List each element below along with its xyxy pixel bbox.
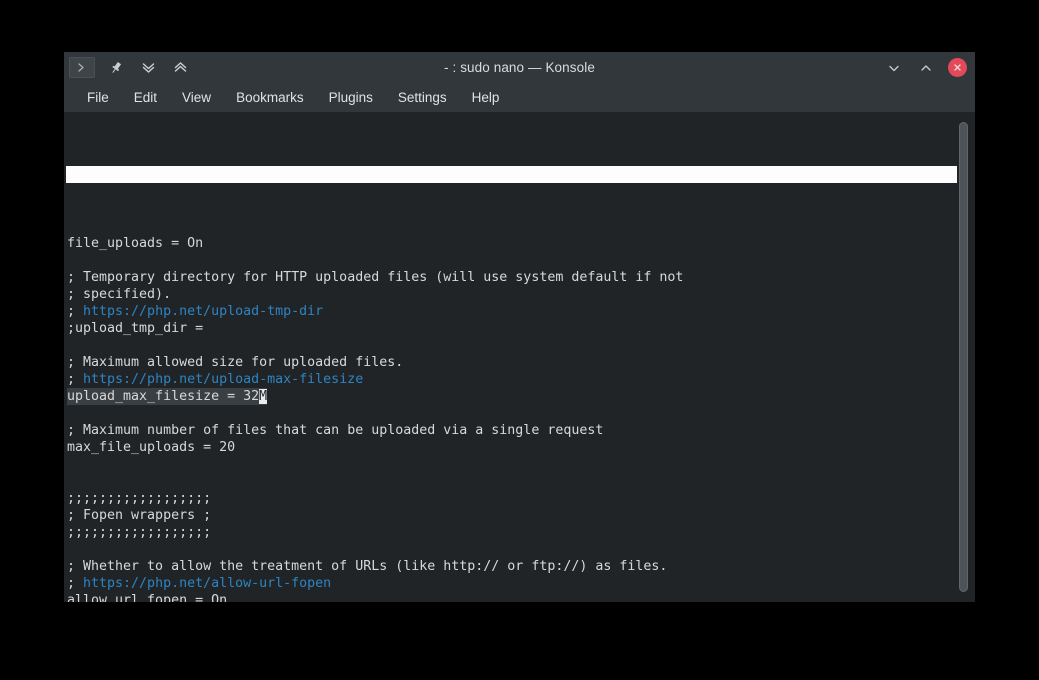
comment-prefix: ;	[67, 304, 83, 319]
window-title: - : sudo nano — Konsole	[64, 60, 975, 75]
comment-prefix: ;	[67, 576, 83, 591]
menu-item-view[interactable]: View	[171, 86, 222, 109]
terminal-area[interactable]: GNU nano 6.2 /etc/php/8.1/apache2/php.in…	[64, 112, 975, 602]
menu-item-plugins[interactable]: Plugins	[318, 86, 384, 109]
text-cursor: M	[259, 389, 267, 404]
editor-blank-line	[67, 405, 975, 422]
comment-prefix: ;	[67, 372, 83, 387]
titlebar-icon-group	[64, 57, 191, 78]
menu-bar: File Edit View Bookmarks Plugins Setting…	[64, 83, 975, 112]
editor-text-area[interactable]: file_uploads = On ; Temporary directory …	[64, 234, 975, 602]
editor-line: ; specified).	[67, 286, 975, 303]
nano-header-bar: GNU nano 6.2 /etc/php/8.1/apache2/php.in…	[66, 166, 957, 183]
window-controls	[884, 52, 967, 83]
editor-line: ; Maximum number of files that can be up…	[67, 422, 975, 439]
title-bar: - : sudo nano — Konsole	[64, 52, 975, 83]
url-text[interactable]: https://php.net/allow-url-fopen	[83, 576, 331, 591]
editor-line: ;;;;;;;;;;;;;;;;;;	[67, 524, 975, 541]
minimize-icon[interactable]	[884, 58, 904, 78]
maximize-icon[interactable]	[916, 58, 936, 78]
editor-line: file_uploads = On	[67, 235, 975, 252]
editor-blank-line	[67, 473, 975, 490]
scrollbar-thumb[interactable]	[959, 122, 968, 592]
editor-line: ; Whether to allow the treatment of URLs…	[67, 558, 975, 575]
editor-line: ; Maximum allowed size for uploaded file…	[67, 354, 975, 371]
terminal-scrollbar[interactable]	[958, 114, 969, 600]
selected-line: upload_max_filesize = 32M	[67, 388, 267, 405]
editor-blank-line	[67, 337, 975, 354]
url-text[interactable]: https://php.net/upload-tmp-dir	[83, 304, 323, 319]
editor-line: ; Temporary directory for HTTP uploaded …	[67, 269, 975, 286]
editor-line: ;upload_tmp_dir =	[67, 320, 975, 337]
konsole-window: - : sudo nano — Konsole File Edit View B…	[64, 52, 975, 602]
editor-line: ; https://php.net/allow-url-fopen	[67, 575, 975, 592]
editor-line: ; https://php.net/upload-max-filesize	[67, 371, 975, 388]
url-text[interactable]: https://php.net/upload-max-filesize	[83, 372, 363, 387]
editor-line: allow_url_fopen = On	[67, 592, 975, 602]
close-icon[interactable]	[948, 58, 967, 77]
menu-item-bookmarks[interactable]: Bookmarks	[225, 86, 315, 109]
terminal-prompt-icon[interactable]	[69, 57, 95, 78]
editor-line: upload_max_filesize = 32M	[67, 388, 975, 405]
editor-line: ; https://php.net/upload-tmp-dir	[67, 303, 975, 320]
chevron-double-down-icon[interactable]	[137, 58, 159, 78]
editor-line: ;;;;;;;;;;;;;;;;;;	[67, 490, 975, 507]
pin-icon[interactable]	[105, 58, 127, 78]
menu-item-help[interactable]: Help	[461, 86, 511, 109]
editor-blank-line	[67, 456, 975, 473]
editor-blank-line	[67, 541, 975, 558]
menu-item-settings[interactable]: Settings	[387, 86, 458, 109]
screen: - : sudo nano — Konsole File Edit View B…	[0, 0, 1039, 680]
menu-item-edit[interactable]: Edit	[123, 86, 168, 109]
editor-line: ; Fopen wrappers ;	[67, 507, 975, 524]
editor-blank-line	[67, 252, 975, 269]
line-text: upload_max_filesize = 32	[67, 389, 259, 404]
editor-line: max_file_uploads = 20	[67, 439, 975, 456]
menu-item-file[interactable]: File	[76, 86, 120, 109]
chevron-double-up-icon[interactable]	[169, 58, 191, 78]
